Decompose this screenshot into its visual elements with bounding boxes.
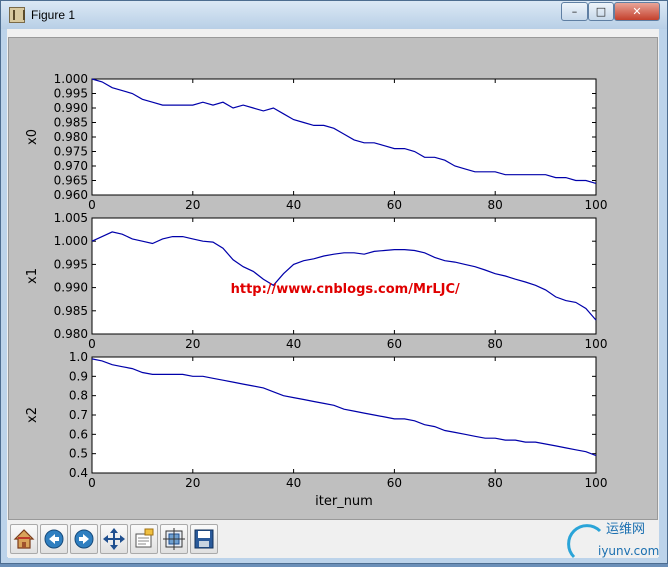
y-tick-label: 0.980 — [54, 327, 88, 341]
y-tick-label: 0.985 — [54, 304, 88, 318]
subplots-button[interactable] — [160, 524, 188, 554]
axes-frame — [91, 78, 597, 196]
site-watermark: 运维网 iyunv.com — [566, 517, 666, 563]
axes-frame — [91, 217, 597, 335]
y-tick-label: 1.000 — [54, 72, 88, 86]
y-tick-label: 0.980 — [54, 130, 88, 144]
y-tick-label: 0.990 — [54, 101, 88, 115]
y-tick-label: 0.8 — [69, 389, 88, 403]
subplot-x2: 1.0 0.9 0.8 0.7 0.6 0.5 0.40 20 40 60 80 100 x2 iter_… — [25, 350, 607, 509]
x-tick-label: 40 — [286, 476, 301, 490]
x-tick-label: 80 — [488, 476, 503, 490]
home-button[interactable] — [10, 524, 38, 554]
y-tick-label: 0.4 — [69, 466, 88, 480]
x-tick-label: 0 — [88, 337, 96, 351]
x-tick-label: 40 — [286, 337, 301, 351]
zoom-button[interactable] — [130, 524, 158, 554]
y-axis-label: x1 — [25, 268, 40, 284]
title-bar[interactable]: Figure 1 – □ ✕ — [1, 1, 667, 29]
y-tick-label: 0.975 — [54, 145, 88, 159]
x-tick-label: 100 — [585, 476, 608, 490]
matplotlib-app-icon — [9, 7, 25, 23]
x-tick-label: 20 — [185, 337, 200, 351]
back-button[interactable] — [40, 524, 68, 554]
back-arrow-icon — [44, 529, 64, 549]
y-axis-label: x2 — [25, 407, 40, 423]
save-button[interactable] — [190, 524, 218, 554]
watermark-url-annotation: http://www.cnblogs.com/MrLJC/ — [231, 282, 460, 297]
watermark-site: iyunv.com — [598, 544, 659, 558]
subplot-x1: 1.005 1.000 0.995 0.990 0.985 0.9800 20 40 60 80 1… — [25, 211, 607, 351]
subplots-icon — [163, 528, 185, 550]
y-tick-label: 0.965 — [54, 174, 88, 188]
x-tick-label: 0 — [88, 476, 96, 490]
y-tick-label: 0.960 — [54, 188, 88, 202]
y-axis-label: x0 — [25, 129, 40, 145]
x-tick-label: 80 — [488, 198, 503, 212]
zoom-rect-icon — [135, 528, 154, 548]
x-tick-label: 60 — [387, 476, 402, 490]
figure-canvas[interactable]: 1.000 0.995 0.990 0.985 0.980 0.975 0.970 0.965… — [8, 37, 658, 520]
x-tick-label: 80 — [488, 337, 503, 351]
x-tick-label: 20 — [185, 198, 200, 212]
x-tick-label: 0 — [88, 198, 96, 212]
save-icon — [194, 529, 214, 549]
forward-arrow-icon — [74, 529, 94, 549]
x-tick-label: 20 — [185, 476, 200, 490]
move-icon — [103, 528, 125, 550]
maximize-button[interactable]: □ — [588, 2, 614, 21]
minimize-button[interactable]: – — [561, 2, 588, 21]
home-icon — [13, 529, 35, 549]
watermark-logo: 运维网 iyunv.com — [567, 522, 659, 559]
close-button[interactable]: ✕ — [614, 2, 660, 21]
plot-canvas: 1.0000.9950.9900.9850.9800.9750.9700.965… — [25, 72, 607, 509]
y-tick-label: 0.990 — [54, 281, 88, 295]
pan-button[interactable] — [100, 524, 128, 554]
watermark-brand: 运维网 — [606, 522, 645, 537]
navigation-toolbar — [8, 522, 658, 558]
y-tick-label: 0.985 — [54, 116, 88, 130]
y-tick-label: 0.995 — [54, 257, 88, 271]
x-tick-label: 40 — [286, 198, 301, 212]
y-tick-label: 0.9 — [69, 369, 88, 383]
x-tick-label: 60 — [387, 198, 402, 212]
y-tick-label: 1.0 — [69, 350, 88, 364]
x-tick-label: 100 — [585, 198, 608, 212]
x-axis-label: iter_num — [315, 494, 373, 509]
y-tick-label: 0.970 — [54, 159, 88, 173]
x-tick-label: 60 — [387, 337, 402, 351]
y-tick-label: 1.005 — [54, 211, 88, 225]
y-tick-label: 0.7 — [69, 408, 88, 422]
x-tick-label: 100 — [585, 337, 608, 351]
y-tick-label: 0.5 — [69, 447, 88, 461]
y-tick-label: 0.995 — [54, 87, 88, 101]
subplot-x0: 1.0000.9950.9900.9850.9800.9750.9700.965… — [25, 72, 607, 212]
y-tick-label: 0.6 — [69, 427, 88, 441]
forward-button[interactable] — [70, 524, 98, 554]
window-title: Figure 1 — [31, 8, 76, 22]
y-tick-label: 1.000 — [54, 234, 88, 248]
